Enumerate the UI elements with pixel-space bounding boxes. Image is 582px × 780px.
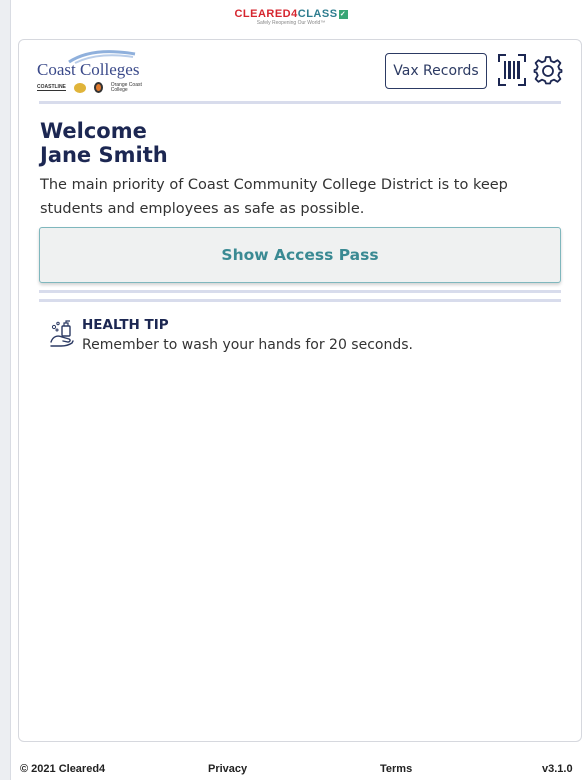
barcode-button[interactable] <box>497 53 527 87</box>
coast-colleges-logo: Coast Colleges COASTLINE Orange Coast Co… <box>37 48 147 98</box>
brand-name-part2: CLASS <box>297 8 338 20</box>
show-access-pass-button[interactable]: Show Access Pass <box>39 227 561 283</box>
cleared4class-logo: CLEARED4CLASS ✓ Safely Reopening Our Worl… <box>0 8 582 26</box>
barcode-icon <box>498 54 526 86</box>
logo-title: Coast Colleges <box>37 60 140 79</box>
logo-member-colleges: COASTLINE Orange Coast College <box>37 82 147 93</box>
footer-version: v3.1.0 <box>542 763 573 775</box>
orange-coast-logo-mark <box>93 82 103 93</box>
hand-wash-icon <box>50 320 74 347</box>
vax-records-button[interactable]: Vax Records <box>385 53 487 89</box>
footer-privacy-link[interactable]: Privacy <box>208 763 247 775</box>
access-divider-bottom <box>39 299 561 302</box>
footer-terms-link[interactable]: Terms <box>380 763 412 775</box>
welcome-heading: Welcome Jane Smith <box>40 119 168 167</box>
brand-tagline: Safely Reopening Our World™ <box>256 20 326 26</box>
welcome-greeting: Welcome <box>40 119 147 143</box>
main-card: Coast Colleges COASTLINE Orange Coast Co… <box>18 39 582 742</box>
footer: © 2021 Cleared4 Privacy Terms v3.1.0 <box>0 759 582 780</box>
check-icon: ✓ <box>338 9 348 19</box>
gear-icon <box>533 56 563 85</box>
header-divider <box>39 101 561 104</box>
orange-coast-logo-text: Orange Coast College <box>110 81 142 93</box>
access-divider-top <box>39 290 561 293</box>
golden-west-logo-mark <box>73 82 86 93</box>
welcome-user-name: Jane Smith <box>40 143 168 167</box>
intro-text: The main priority of Coast Community Col… <box>40 177 508 217</box>
coastline-logo-text: COASTLINE <box>37 84 66 91</box>
health-tip-title: HEALTH TIP <box>82 317 169 333</box>
footer-copyright: © 2021 Cleared4 <box>20 763 106 775</box>
window-left-edge <box>0 0 11 780</box>
settings-button[interactable] <box>533 55 563 85</box>
health-tip-text: Remember to wash your hands for 20 secon… <box>82 337 413 353</box>
brand-name-part1: CLEARED4 <box>234 8 298 20</box>
